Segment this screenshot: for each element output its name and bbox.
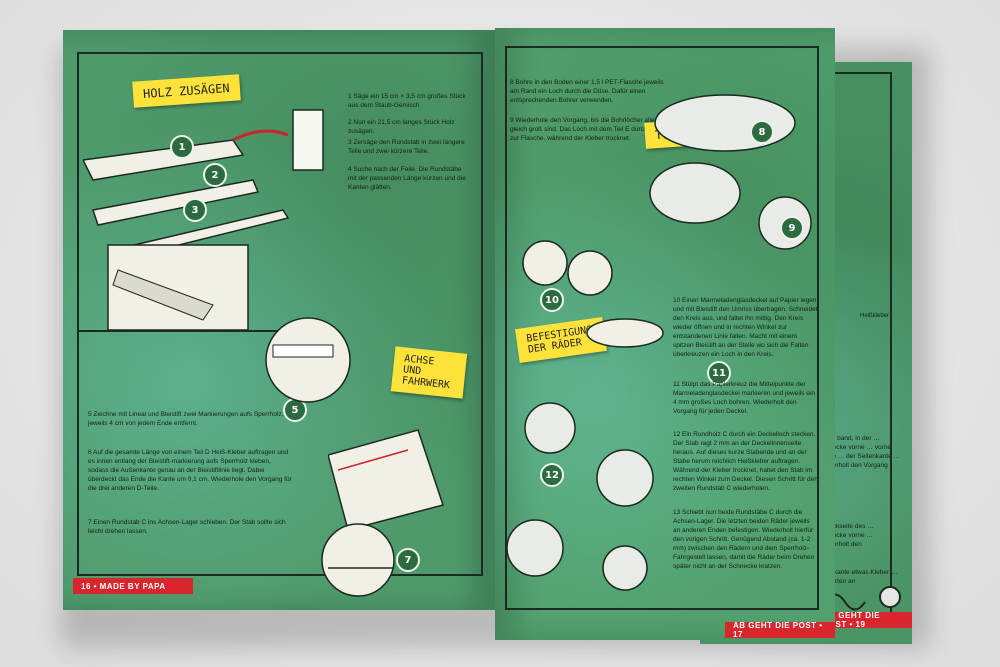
saw-cutting-sketch [107, 244, 249, 331]
steps-text-4: 4 Suche nach der Feile. Die Rundstäbe mi… [348, 166, 466, 191]
step-10-text: 10 Einen Marmeladenglasdeckel auf Papier… [673, 297, 818, 358]
step-number-1: 1 [170, 135, 194, 159]
bottle-drill-sketch [649, 94, 812, 250]
step-number-3: 3 [183, 198, 207, 222]
step-number-10: 10 [540, 288, 564, 312]
sticky-note-axle: ACHSE UND FAHRWERK [390, 346, 468, 399]
step-5-text: 5 Zeichne mit Lineal und Bleistift zwei … [88, 411, 284, 427]
axle-detail-sketch [321, 523, 395, 597]
ruler-sketch [265, 317, 351, 403]
step-13-text: 13 Schiebt nun beide Rundstäbe C durch d… [673, 509, 815, 570]
step-7-text: 7 Einen Rundstab C ins Achsen-Lager schi… [88, 519, 286, 535]
step-number-8: 8 [750, 120, 774, 144]
step-number-2: 2 [203, 163, 227, 187]
step-number-9: 9 [780, 216, 804, 240]
wheel-assembly-sketch [506, 402, 654, 591]
lid-template-sketch [522, 240, 664, 348]
right-page-footer: AB GEHT DIE POST • 17 [725, 621, 835, 639]
plywood-sketch [328, 429, 444, 531]
left-page: HOLZ ZUSÄGEN ACHSE UND FAHRWERK 1 2 3 4 … [63, 30, 495, 610]
steps-text-3: 3 Zersäge den Rundstab in zwei längere T… [348, 139, 465, 155]
steps-text-1: 1 Säge ein 15 cm × 3,5 cm großes Stück a… [348, 93, 466, 109]
glue-label: Heißkleber [860, 313, 890, 319]
step-12-text: 12 Ein Rundholz C durch ein Deckelloch s… [673, 431, 818, 492]
step-11-text: 11 Stülpt das Papierkreuz die Mittelpunk… [673, 381, 815, 415]
right-page: 8 Bohre in den Boden einer 1,5 l PET-Fla… [495, 28, 835, 640]
step-6-text: 6 Auf die gesamte Länge von einem Teil D… [88, 449, 292, 492]
steps-text-2: 2 Nun ein 21,5 cm langes Stück Holz zusä… [348, 119, 455, 135]
left-page-footer: 16 • MADE BY PAPA [73, 578, 193, 594]
